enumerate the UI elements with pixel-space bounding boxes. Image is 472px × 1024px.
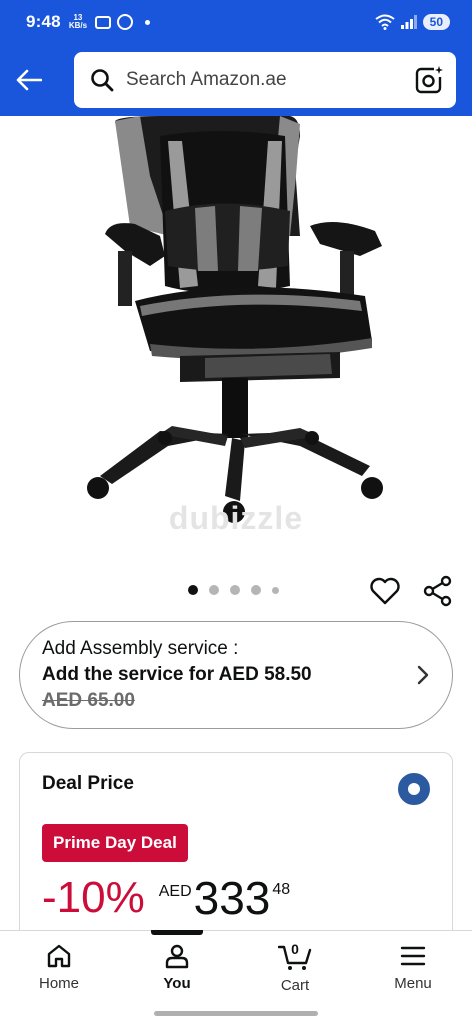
wishlist-button[interactable] [368, 574, 402, 608]
person-icon [165, 944, 189, 969]
screenshot-notification-icon [95, 15, 112, 29]
whatsapp-notification-icon [117, 14, 134, 30]
bottom-navigation: Home You 0 Cart Menu [0, 930, 472, 1024]
status-bar: 9:48 13 KB/s 50 [0, 0, 472, 44]
battery-indicator: 50 [422, 14, 450, 30]
home-indicator[interactable] [154, 1011, 318, 1016]
price-fraction: 48 [272, 881, 291, 898]
nav-cart-label: Cart [280, 977, 310, 994]
status-time: 9:48 [26, 12, 61, 31]
image-carousel-indicator [188, 585, 279, 595]
carousel-dot[interactable] [230, 585, 240, 595]
assembly-title: Add Assembly service : [42, 638, 239, 659]
assembly-service-option[interactable]: Add Assembly service : Add the service f… [19, 621, 453, 729]
home-icon [47, 944, 71, 968]
deal-price-title: Deal Price [42, 773, 134, 794]
nav-menu-label: Menu [394, 975, 432, 992]
price-whole: 333 [193, 872, 271, 924]
deal-price-radio[interactable] [398, 773, 430, 805]
back-button[interactable] [0, 50, 58, 110]
notification-icons [95, 14, 151, 30]
share-button[interactable] [421, 574, 455, 608]
signal-icon [400, 15, 417, 29]
assembly-old-price: AED 65.00 [42, 690, 135, 711]
prime-day-deal-badge: Prime Day Deal [42, 824, 188, 862]
carousel-dot[interactable] [188, 585, 198, 595]
chevron-right-icon [417, 665, 429, 685]
camera-search-icon[interactable] [414, 65, 444, 95]
watermark: dubizzle [168, 500, 304, 536]
carousel-dot[interactable] [251, 585, 261, 595]
share-icon [423, 575, 452, 607]
price-currency: AED [158, 883, 192, 900]
app-header: Search Amazon.ae [0, 44, 472, 116]
assembly-offer: Add the service for AED 58.50 [42, 664, 312, 685]
back-arrow-icon [16, 69, 42, 91]
deal-price-card[interactable]: Deal Price Prime Day Deal -10% AED 333 4… [19, 752, 453, 952]
cart-count: 0 [291, 941, 299, 957]
wifi-icon [375, 14, 395, 30]
discount-percent: -10% [42, 873, 145, 922]
heart-icon [370, 577, 400, 605]
nav-menu[interactable]: Menu [354, 931, 472, 1024]
menu-icon [400, 946, 426, 966]
active-tab-indicator [151, 930, 203, 935]
more-notifications-icon [145, 19, 151, 25]
network-speed: 13 KB/s [68, 13, 88, 30]
nav-home-label: Home [38, 975, 79, 992]
search-icon [91, 69, 114, 92]
carousel-dot[interactable] [209, 585, 219, 595]
nav-you-label: You [163, 975, 191, 992]
price-row: -10% AED 333 48 [42, 873, 290, 923]
carousel-dot[interactable] [272, 586, 279, 594]
search-bar[interactable]: Search Amazon.ae [74, 52, 456, 108]
search-input[interactable]: Search Amazon.ae [126, 69, 414, 91]
nav-home[interactable]: Home [0, 931, 118, 1024]
